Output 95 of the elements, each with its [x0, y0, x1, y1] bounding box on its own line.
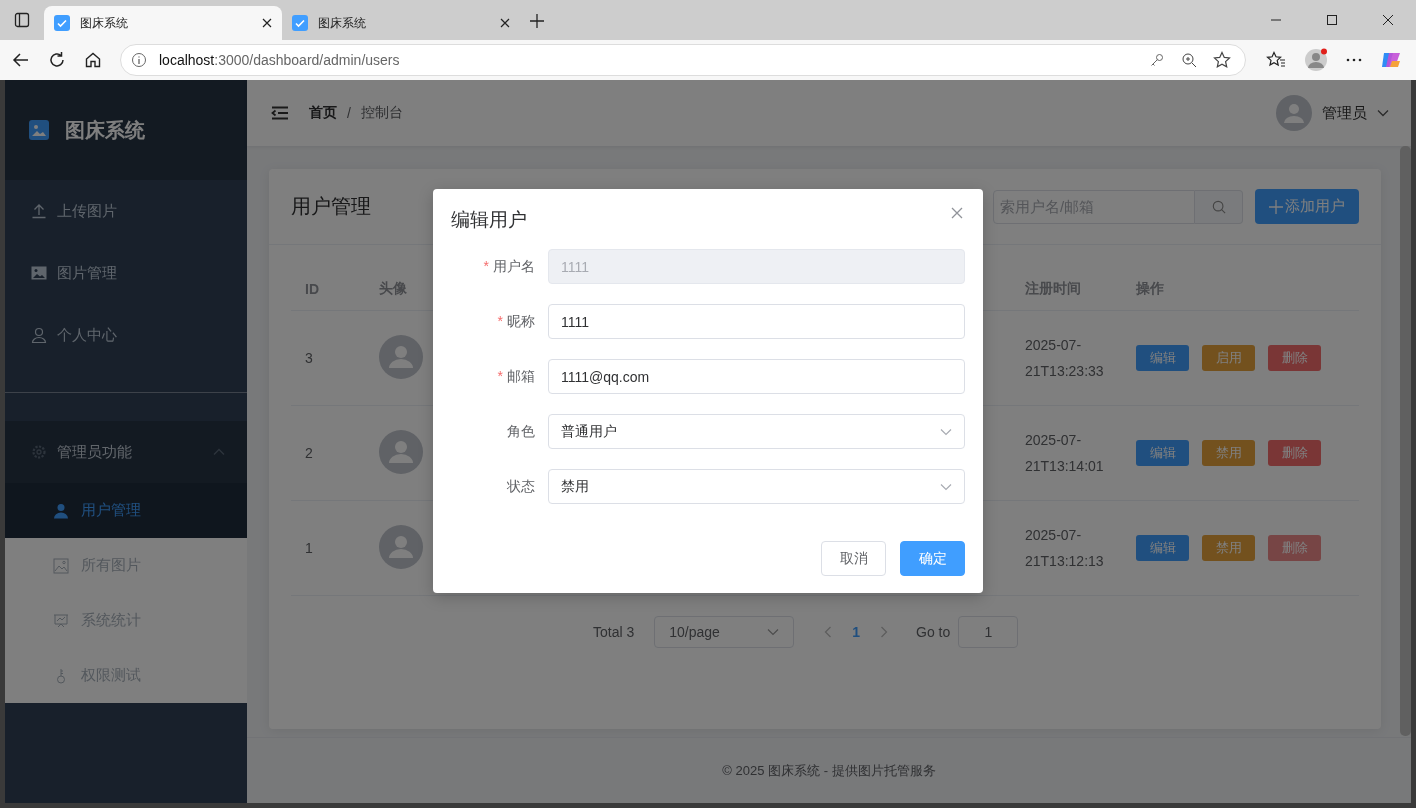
footer-text: © 2025 图床系统 - 提供图片托管服务: [722, 761, 936, 780]
select-field[interactable]: 普通用户: [548, 414, 965, 449]
required-mark: *: [497, 312, 503, 329]
tab-title: 图床系统: [80, 14, 129, 32]
app-title: 图床系统: [65, 117, 145, 143]
breadcrumb-separator: /: [347, 105, 351, 121]
scrollbar[interactable]: [1400, 146, 1411, 736]
url-text: localhost:3000/dashboard/admin/users: [159, 52, 400, 68]
action-button[interactable]: 删除: [1268, 440, 1321, 466]
back-icon[interactable]: [12, 51, 30, 69]
reload-icon[interactable]: [48, 51, 66, 69]
person-icon: [31, 327, 47, 343]
action-button[interactable]: 编辑: [1136, 345, 1189, 371]
plus-icon: [1269, 199, 1283, 214]
action-button[interactable]: 启用: [1202, 345, 1255, 371]
input-field[interactable]: 1111: [548, 304, 965, 339]
zoom-icon[interactable]: [1181, 52, 1197, 68]
tab-title: 图床系统: [318, 14, 367, 32]
menu-label: 上传图片: [57, 201, 117, 221]
table-cell-text: 2025-07-21T13:12:13: [1025, 526, 1105, 571]
action-button[interactable]: 禁用: [1202, 440, 1255, 466]
table-cell-text: 1: [304, 540, 314, 556]
table-cell-text: 3: [304, 350, 314, 366]
dialog-button[interactable]: 取消: [821, 541, 886, 576]
upload-icon: [31, 203, 47, 219]
action-button[interactable]: 编辑: [1136, 535, 1189, 561]
menu-item[interactable]: 个人中心: [5, 304, 247, 366]
action-button[interactable]: 禁用: [1202, 535, 1255, 561]
menu-item[interactable]: 图片管理: [5, 242, 247, 304]
select-field[interactable]: 禁用: [548, 469, 965, 504]
favorites-icon[interactable]: [1266, 51, 1286, 69]
chevron-icon: [940, 482, 952, 491]
picture-icon: [53, 557, 69, 574]
field-label: 邮箱: [507, 367, 535, 384]
field-label: 角色: [507, 422, 535, 439]
profile-icon[interactable]: [1304, 48, 1328, 72]
field-label: 用户名: [493, 257, 535, 274]
dialog-button[interactable]: 确定: [900, 541, 965, 576]
menu-group-header[interactable]: 管理员功能: [5, 421, 247, 483]
close-icon[interactable]: [1382, 14, 1394, 26]
user-name[interactable]: 管理员: [1322, 103, 1367, 123]
required-mark: *: [497, 367, 503, 384]
search-icon: [1211, 199, 1226, 214]
favicon-icon: [292, 15, 308, 31]
browser-tab[interactable]: 图床系统: [282, 6, 520, 40]
favicon-icon: [54, 15, 70, 31]
close-icon[interactable]: [262, 18, 272, 28]
field-label: 昵称: [507, 312, 535, 329]
required-mark: *: [483, 257, 489, 274]
submenu-item[interactable]: 用户管理: [5, 483, 247, 538]
browser-tab[interactable]: 图床系统: [44, 6, 282, 40]
avatar-icon: [379, 524, 423, 569]
menu-toggle-icon[interactable]: [271, 106, 289, 120]
page-size-select[interactable]: 10/page: [654, 616, 795, 648]
page-number[interactable]: 1: [852, 624, 861, 640]
table-cell-text: 2: [304, 445, 314, 461]
total-count: Total 3: [593, 624, 635, 640]
menu-label: 用户管理: [81, 501, 141, 520]
menu-label: 管理员功能: [57, 442, 133, 462]
chevron-icon: [767, 628, 780, 636]
tab-actions-icon[interactable]: [14, 12, 30, 28]
close-icon[interactable]: [500, 18, 510, 28]
action-button[interactable]: 编辑: [1136, 440, 1189, 466]
new-tab-icon[interactable]: [530, 14, 544, 28]
avatar-icon: [379, 334, 423, 379]
add-user-button[interactable]: 添加用户: [1255, 189, 1359, 224]
menu-label: 个人中心: [57, 325, 117, 345]
avatar-icon: [379, 429, 423, 474]
star-icon[interactable]: [1213, 51, 1231, 69]
chevron-icon: [940, 427, 952, 436]
logo-icon: [29, 120, 49, 140]
home-icon[interactable]: [84, 51, 102, 69]
menu-label: 图片管理: [57, 263, 117, 283]
field-label: 状态: [507, 477, 535, 494]
info-icon[interactable]: [131, 52, 147, 68]
menu-item[interactable]: 上传图片: [5, 180, 247, 242]
action-button[interactable]: 删除: [1268, 345, 1321, 371]
breadcrumb-item[interactable]: 首页: [309, 104, 337, 122]
dialog-title: 编辑用户: [451, 208, 527, 232]
image-icon: [31, 265, 47, 281]
key-icon[interactable]: [1149, 52, 1165, 68]
goto-label: Go to: [916, 624, 951, 640]
card-title: 用户管理: [291, 194, 371, 219]
person-icon: [53, 502, 69, 519]
chart-board-icon: [53, 612, 69, 629]
input-field[interactable]: 1111@qq.com: [548, 359, 965, 394]
maximize-icon[interactable]: [1326, 14, 1338, 26]
table-cell-text: 2025-07-21T13:23:33: [1025, 336, 1105, 381]
address-bar[interactable]: localhost:3000/dashboard/admin/users: [120, 44, 1246, 76]
table-cell-text: 2025-07-21T13:14:01: [1025, 431, 1105, 476]
gear-icon: [31, 444, 47, 460]
breadcrumb-item: 控制台: [360, 104, 403, 122]
more-icon[interactable]: [1346, 58, 1362, 62]
goto-field[interactable]: 1: [958, 616, 1019, 648]
chevron-icon[interactable]: [1377, 109, 1389, 117]
